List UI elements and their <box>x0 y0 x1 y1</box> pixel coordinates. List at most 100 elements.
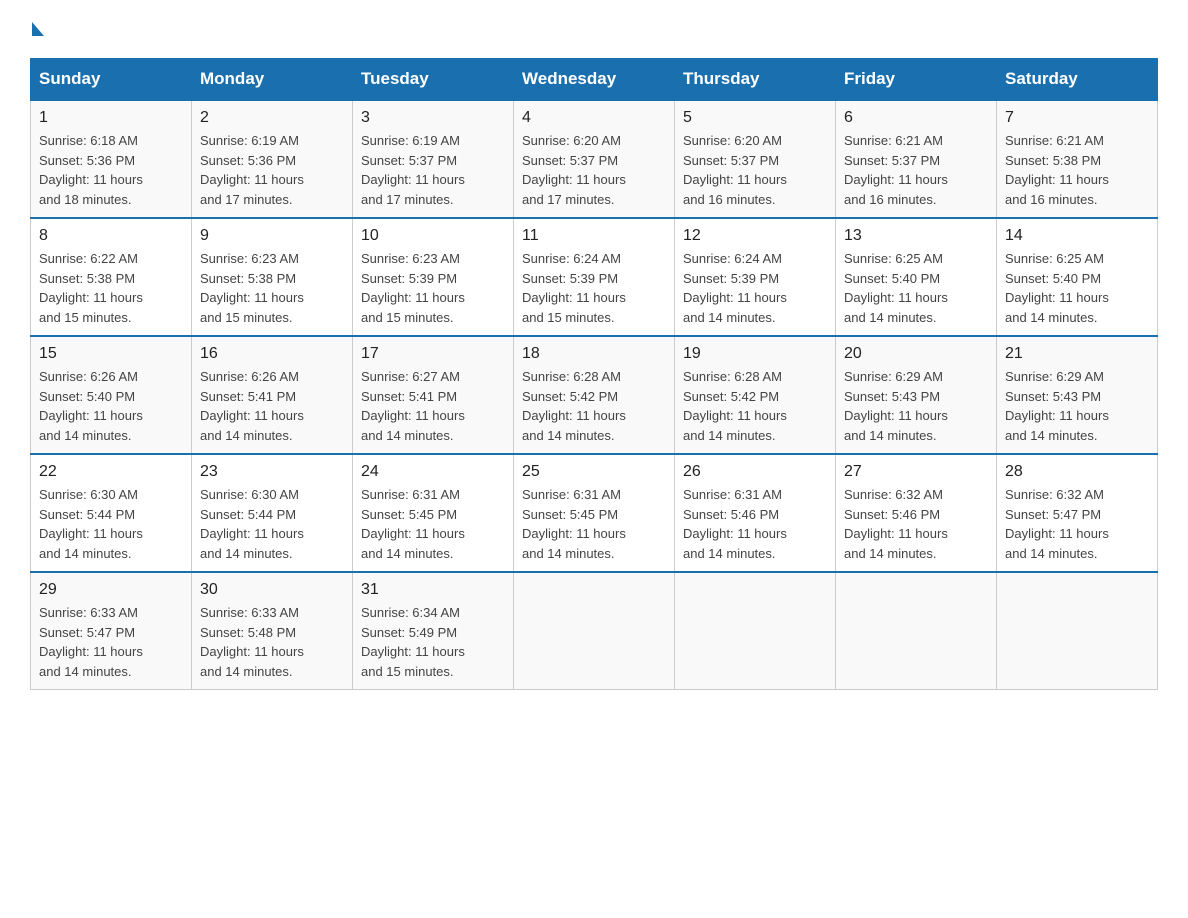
header-tuesday: Tuesday <box>353 59 514 101</box>
calendar-cell: 2 Sunrise: 6:19 AMSunset: 5:36 PMDaylight… <box>192 100 353 218</box>
day-info: Sunrise: 6:22 AMSunset: 5:38 PMDaylight:… <box>39 249 183 327</box>
day-number: 29 <box>39 581 183 599</box>
calendar-cell: 22 Sunrise: 6:30 AMSunset: 5:44 PMDayligh… <box>31 454 192 572</box>
calendar-cell: 18 Sunrise: 6:28 AMSunset: 5:42 PMDayligh… <box>514 336 675 454</box>
day-number: 13 <box>844 227 988 245</box>
day-number: 12 <box>683 227 827 245</box>
calendar-cell: 14 Sunrise: 6:25 AMSunset: 5:40 PMDayligh… <box>997 218 1158 336</box>
day-info: Sunrise: 6:23 AMSunset: 5:38 PMDaylight:… <box>200 249 344 327</box>
day-number: 16 <box>200 345 344 363</box>
calendar-cell: 11 Sunrise: 6:24 AMSunset: 5:39 PMDayligh… <box>514 218 675 336</box>
calendar-cell: 16 Sunrise: 6:26 AMSunset: 5:41 PMDayligh… <box>192 336 353 454</box>
calendar-cell: 19Sunrise: 6:28 AMSunset: 5:42 PMDayligh… <box>675 336 836 454</box>
day-number: 8 <box>39 227 183 245</box>
day-info: Sunrise: 6:28 AMSunset: 5:42 PMDaylight:… <box>522 367 666 445</box>
day-number: 20 <box>844 345 988 363</box>
day-number: 7 <box>1005 109 1149 127</box>
day-info: Sunrise: 6:33 AMSunset: 5:48 PMDaylight:… <box>200 603 344 681</box>
day-info: Sunrise: 6:18 AMSunset: 5:36 PMDaylight:… <box>39 131 183 209</box>
calendar-table: SundayMondayTuesdayWednesdayThursdayFrid… <box>30 58 1158 690</box>
day-number: 6 <box>844 109 988 127</box>
day-number: 30 <box>200 581 344 599</box>
calendar-cell: 9 Sunrise: 6:23 AMSunset: 5:38 PMDaylight… <box>192 218 353 336</box>
calendar-cell: 26Sunrise: 6:31 AMSunset: 5:46 PMDayligh… <box>675 454 836 572</box>
day-number: 21 <box>1005 345 1149 363</box>
calendar-cell: 29 Sunrise: 6:33 AMSunset: 5:47 PMDayligh… <box>31 572 192 690</box>
calendar-cell: 31 Sunrise: 6:34 AMSunset: 5:49 PMDayligh… <box>353 572 514 690</box>
day-info: Sunrise: 6:33 AMSunset: 5:47 PMDaylight:… <box>39 603 183 681</box>
day-info: Sunrise: 6:30 AMSunset: 5:44 PMDaylight:… <box>39 485 183 563</box>
header-thursday: Thursday <box>675 59 836 101</box>
day-info: Sunrise: 6:20 AMSunset: 5:37 PMDaylight:… <box>522 131 666 209</box>
day-number: 17 <box>361 345 505 363</box>
calendar-cell: 21 Sunrise: 6:29 AMSunset: 5:43 PMDayligh… <box>997 336 1158 454</box>
day-info: Sunrise: 6:28 AMSunset: 5:42 PMDaylight:… <box>683 367 827 445</box>
logo <box>30 20 44 38</box>
day-info: Sunrise: 6:31 AMSunset: 5:45 PMDaylight:… <box>522 485 666 563</box>
calendar-cell: 13 Sunrise: 6:25 AMSunset: 5:40 PMDayligh… <box>836 218 997 336</box>
calendar-cell: 25Sunrise: 6:31 AMSunset: 5:45 PMDayligh… <box>514 454 675 572</box>
day-number: 5 <box>683 109 827 127</box>
day-number: 18 <box>522 345 666 363</box>
day-info: Sunrise: 6:26 AMSunset: 5:40 PMDaylight:… <box>39 367 183 445</box>
day-info: Sunrise: 6:29 AMSunset: 5:43 PMDaylight:… <box>1005 367 1149 445</box>
day-info: Sunrise: 6:34 AMSunset: 5:49 PMDaylight:… <box>361 603 505 681</box>
calendar-cell: 24Sunrise: 6:31 AMSunset: 5:45 PMDayligh… <box>353 454 514 572</box>
day-info: Sunrise: 6:32 AMSunset: 5:46 PMDaylight:… <box>844 485 988 563</box>
day-number: 15 <box>39 345 183 363</box>
day-info: Sunrise: 6:21 AMSunset: 5:37 PMDaylight:… <box>844 131 988 209</box>
day-info: Sunrise: 6:29 AMSunset: 5:43 PMDaylight:… <box>844 367 988 445</box>
week-row-1: 1Sunrise: 6:18 AMSunset: 5:36 PMDaylight… <box>31 100 1158 218</box>
page-header <box>30 20 1158 38</box>
day-number: 2 <box>200 109 344 127</box>
week-row-4: 22 Sunrise: 6:30 AMSunset: 5:44 PMDayligh… <box>31 454 1158 572</box>
day-info: Sunrise: 6:23 AMSunset: 5:39 PMDaylight:… <box>361 249 505 327</box>
calendar-cell: 15 Sunrise: 6:26 AMSunset: 5:40 PMDayligh… <box>31 336 192 454</box>
day-info: Sunrise: 6:21 AMSunset: 5:38 PMDaylight:… <box>1005 131 1149 209</box>
header-monday: Monday <box>192 59 353 101</box>
day-number: 14 <box>1005 227 1149 245</box>
calendar-cell: 10 Sunrise: 6:23 AMSunset: 5:39 PMDayligh… <box>353 218 514 336</box>
day-info: Sunrise: 6:20 AMSunset: 5:37 PMDaylight:… <box>683 131 827 209</box>
day-number: 28 <box>1005 463 1149 481</box>
week-row-2: 8 Sunrise: 6:22 AMSunset: 5:38 PMDaylight… <box>31 218 1158 336</box>
calendar-cell: 4Sunrise: 6:20 AMSunset: 5:37 PMDaylight… <box>514 100 675 218</box>
day-number: 11 <box>522 227 666 245</box>
calendar-cell: 3 Sunrise: 6:19 AMSunset: 5:37 PMDaylight… <box>353 100 514 218</box>
day-info: Sunrise: 6:31 AMSunset: 5:45 PMDaylight:… <box>361 485 505 563</box>
day-info: Sunrise: 6:19 AMSunset: 5:36 PMDaylight:… <box>200 131 344 209</box>
day-info: Sunrise: 6:24 AMSunset: 5:39 PMDaylight:… <box>522 249 666 327</box>
day-info: Sunrise: 6:25 AMSunset: 5:40 PMDaylight:… <box>844 249 988 327</box>
day-info: Sunrise: 6:27 AMSunset: 5:41 PMDaylight:… <box>361 367 505 445</box>
day-number: 26 <box>683 463 827 481</box>
day-number: 3 <box>361 109 505 127</box>
calendar-cell: 6 Sunrise: 6:21 AMSunset: 5:37 PMDaylight… <box>836 100 997 218</box>
week-row-5: 29 Sunrise: 6:33 AMSunset: 5:47 PMDayligh… <box>31 572 1158 690</box>
calendar-cell: 27Sunrise: 6:32 AMSunset: 5:46 PMDayligh… <box>836 454 997 572</box>
calendar-cell: 5 Sunrise: 6:20 AMSunset: 5:37 PMDaylight… <box>675 100 836 218</box>
day-number: 23 <box>200 463 344 481</box>
calendar-cell <box>514 572 675 690</box>
logo-text <box>30 20 44 36</box>
day-info: Sunrise: 6:26 AMSunset: 5:41 PMDaylight:… <box>200 367 344 445</box>
day-info: Sunrise: 6:25 AMSunset: 5:40 PMDaylight:… <box>1005 249 1149 327</box>
calendar-cell: 8 Sunrise: 6:22 AMSunset: 5:38 PMDaylight… <box>31 218 192 336</box>
day-info: Sunrise: 6:30 AMSunset: 5:44 PMDaylight:… <box>200 485 344 563</box>
day-number: 10 <box>361 227 505 245</box>
calendar-cell: 7 Sunrise: 6:21 AMSunset: 5:38 PMDaylight… <box>997 100 1158 218</box>
day-info: Sunrise: 6:24 AMSunset: 5:39 PMDaylight:… <box>683 249 827 327</box>
calendar-cell: 12 Sunrise: 6:24 AMSunset: 5:39 PMDayligh… <box>675 218 836 336</box>
day-number: 22 <box>39 463 183 481</box>
calendar-cell <box>836 572 997 690</box>
calendar-cell: 30 Sunrise: 6:33 AMSunset: 5:48 PMDayligh… <box>192 572 353 690</box>
day-info: Sunrise: 6:32 AMSunset: 5:47 PMDaylight:… <box>1005 485 1149 563</box>
day-info: Sunrise: 6:19 AMSunset: 5:37 PMDaylight:… <box>361 131 505 209</box>
calendar-cell: 28 Sunrise: 6:32 AMSunset: 5:47 PMDayligh… <box>997 454 1158 572</box>
day-number: 9 <box>200 227 344 245</box>
day-number: 31 <box>361 581 505 599</box>
calendar-cell: 20 Sunrise: 6:29 AMSunset: 5:43 PMDayligh… <box>836 336 997 454</box>
calendar-cell: 1Sunrise: 6:18 AMSunset: 5:36 PMDaylight… <box>31 100 192 218</box>
header-saturday: Saturday <box>997 59 1158 101</box>
calendar-cell <box>675 572 836 690</box>
header-wednesday: Wednesday <box>514 59 675 101</box>
